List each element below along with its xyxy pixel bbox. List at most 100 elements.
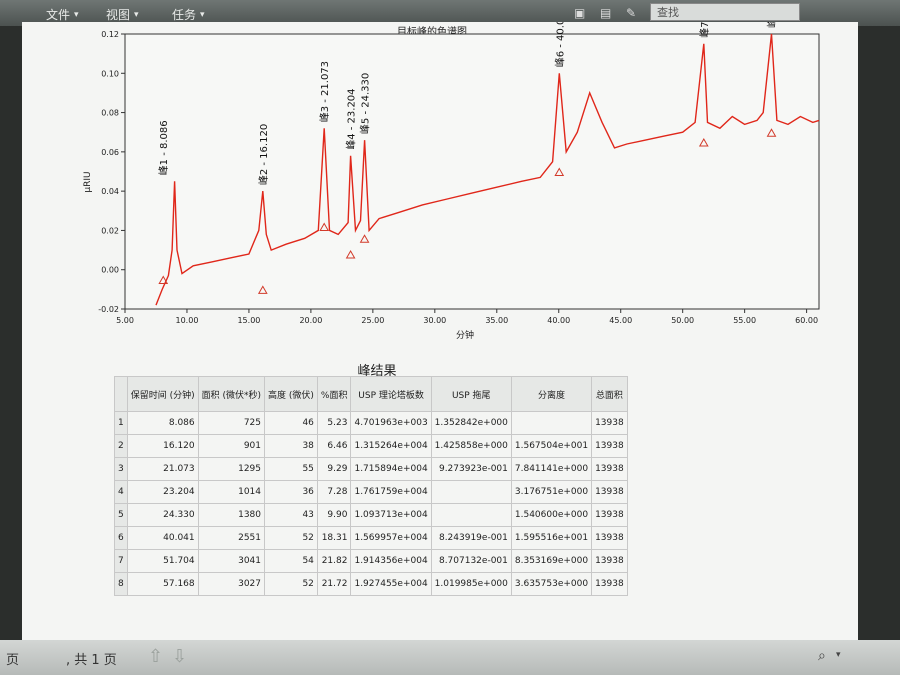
table-cell: 7.841141e+000: [510, 457, 593, 481]
table-cell: 3: [114, 457, 128, 481]
table-row: 1 8.086 725 46 5.23 4.701963e+003 1.352842e+00…: [114, 411, 628, 435]
y-tick-label: 0.06: [101, 148, 119, 157]
table-cell: 13938: [591, 411, 628, 435]
x-tick-label: 5.00: [116, 316, 134, 325]
table-cell: 9.273923e-001: [430, 457, 512, 481]
table-row: 5 24.330 1380 43 9.90 1.093713e+004 1.540600e+…: [114, 503, 628, 527]
table-cell: 55: [264, 457, 318, 481]
tool-icon[interactable]: ✎: [626, 6, 640, 20]
x-tick-label: 20.00: [299, 316, 322, 325]
table-cell: 6.46: [316, 434, 352, 458]
table-cell: 51.704: [126, 549, 199, 573]
table-cell: 7: [114, 549, 128, 573]
x-tick-label: 55.00: [733, 316, 756, 325]
table-cell: 1.914356e+004: [350, 549, 432, 573]
table-cell: 5.23: [316, 411, 352, 435]
print-icon[interactable]: ▣: [574, 6, 588, 20]
table-cell: 13938: [591, 457, 628, 481]
table-cell: 1380: [197, 503, 266, 527]
chevron-down-icon: ▾: [200, 9, 205, 20]
table-cell: 6: [114, 526, 128, 550]
table-cell: 54: [264, 549, 318, 573]
menu-view-label: 视图: [106, 8, 131, 22]
chevron-down-icon[interactable]: ▾: [836, 650, 841, 660]
table-cell: 36: [264, 480, 318, 504]
menu-view[interactable]: 视图 ▾: [106, 6, 139, 23]
menu-task-label: 任务: [172, 8, 197, 22]
x-tick-label: 25.00: [361, 316, 384, 325]
x-tick-label: 10.00: [176, 316, 199, 325]
x-tick-label: 60.00: [795, 316, 818, 325]
table-cell: [510, 411, 593, 435]
table-cell: 2: [114, 434, 128, 458]
chevron-down-icon: ▾: [74, 9, 79, 20]
peak-label: 峰7 - 51.704: [699, 22, 711, 38]
table-cell: 1.761759e+004: [350, 480, 432, 504]
peak-label: 峰1 - 8.086: [158, 120, 170, 175]
table-cell: 43: [264, 503, 318, 527]
table-cell: 40.041: [126, 526, 199, 550]
page-setup-icon[interactable]: ▤: [600, 6, 614, 20]
table-cell: 3.635753e+000: [510, 572, 593, 596]
chevron-down-icon: ▾: [134, 9, 139, 20]
peak-label: 峰2 - 16.120: [258, 124, 270, 185]
table-cell: 1.715894e+004: [350, 457, 432, 481]
x-tick-label: 30.00: [423, 316, 446, 325]
table-cell: 21.82: [316, 549, 352, 573]
table-cell: 38: [264, 434, 318, 458]
table-cell: 18.31: [316, 526, 352, 550]
table-cell: 16.120: [126, 434, 199, 458]
table-row: 6 40.041 2551 52 18.31 1.569957e+004 8.243919e…: [114, 526, 628, 550]
x-tick-label: 40.00: [547, 316, 570, 325]
results-table: 保留时间 (分钟) 面积 (微伏*秒) 高度 (微伏) %面积 USP 理论塔板数 USP…: [114, 376, 628, 596]
table-cell: 1014: [197, 480, 266, 504]
peak-label: 峰8 - 57.168: [767, 22, 779, 28]
y-tick-label: 0.12: [101, 30, 119, 39]
table-cell: 52: [264, 572, 318, 596]
column-header: 总面积: [591, 376, 628, 412]
table-cell: 9.29: [316, 457, 352, 481]
table-cell: 4.701963e+003: [350, 411, 432, 435]
table-cell: 8: [114, 572, 128, 596]
column-header: 保留时间 (分钟): [126, 376, 199, 412]
arrow-up-icon[interactable]: ⇧: [148, 646, 163, 667]
y-tick-label: 0.08: [101, 109, 119, 118]
table-cell: 57.168: [126, 572, 199, 596]
table-cell: 1.019985e+000: [430, 572, 512, 596]
y-tick-label: 0.00: [101, 266, 119, 275]
y-axis-label: μRIU: [83, 171, 93, 192]
menu-file[interactable]: 文件 ▾: [46, 6, 79, 23]
table-cell: 1.352842e+000: [430, 411, 512, 435]
zoom-icon[interactable]: ⌕: [818, 648, 826, 664]
arrow-down-icon[interactable]: ⇩: [172, 646, 187, 667]
table-row: 4 23.204 1014 36 7.28 1.761759e+004 3.176751e+…: [114, 480, 628, 504]
x-tick-label: 45.00: [609, 316, 632, 325]
column-header: 高度 (微伏): [264, 376, 318, 412]
table-cell: 46: [264, 411, 318, 435]
table-cell: 13938: [591, 549, 628, 573]
table-cell: 13938: [591, 572, 628, 596]
column-header: USP 理论塔板数: [350, 376, 432, 412]
table-cell: 1.569957e+004: [350, 526, 432, 550]
column-header: USP 拖尾: [430, 376, 512, 412]
table-cell: 8.086: [126, 411, 199, 435]
table-row: 7 51.704 3041 54 21.82 1.914356e+004 8.707132e…: [114, 549, 628, 573]
report-page: 目标峰的色谱图 μRIU 分钟 5.00 10.00 15.00 20.00 25.00…: [22, 22, 858, 640]
status-bar: 页 , 共 1 页 ⇧ ⇩ ⌕ ▾: [0, 640, 900, 675]
table-cell: 2551: [197, 526, 266, 550]
menu-task[interactable]: 任务 ▾: [172, 6, 205, 23]
menu-file-label: 文件: [46, 8, 71, 22]
search-input[interactable]: 查找: [650, 3, 800, 21]
table-cell: 13938: [591, 480, 628, 504]
table-cell: 23.204: [126, 480, 199, 504]
table-cell: 3027: [197, 572, 266, 596]
page-label: 页: [6, 653, 20, 668]
table-cell: 1.595516e+001: [510, 526, 593, 550]
table-row: 2 16.120 901 38 6.46 1.315264e+004 1.425858e+0…: [114, 434, 628, 458]
table-row: 8 57.168 3027 52 21.72 1.927455e+004 1.019985e…: [114, 572, 628, 596]
x-tick-label: 15.00: [237, 316, 260, 325]
table-cell: 1.093713e+004: [350, 503, 432, 527]
y-tick-label: -0.02: [98, 305, 119, 314]
table-cell: 3.176751e+000: [510, 480, 593, 504]
plot-area: [124, 33, 820, 310]
